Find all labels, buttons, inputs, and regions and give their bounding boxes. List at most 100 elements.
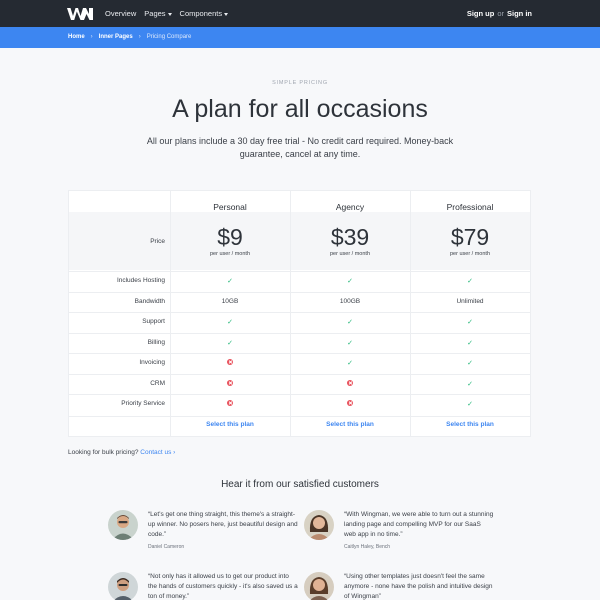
plan-name-personal: Personal: [213, 202, 247, 212]
cross-icon: [227, 379, 233, 386]
top-navbar: Overview Pages Components Sign up or Sign …: [0, 0, 600, 27]
feature-value: 10GB: [221, 297, 239, 305]
feature-cell: ✓: [410, 380, 530, 388]
cross-icon: [227, 359, 233, 366]
wingman-logo[interactable]: [67, 8, 93, 20]
feature-label: Invoicing: [139, 359, 165, 366]
check-icon: ✓: [467, 339, 473, 347]
main-nav: Overview Pages Components: [105, 9, 228, 18]
select-plan-personal-link[interactable]: Select this plan: [170, 421, 290, 428]
bulk-pricing-note: Looking for bulk pricing? Contact us ›: [68, 449, 175, 456]
testimonial-quote: “Let's get one thing straight, this them…: [148, 511, 298, 539]
feature-label: Bandwidth: [134, 297, 165, 305]
price-period-personal: per user / month: [209, 251, 251, 257]
avatar: [304, 572, 334, 600]
breadcrumb-inner-pages[interactable]: Inner Pages: [99, 34, 133, 40]
testimonial-author: Caitlyn Haley, Bench: [344, 544, 391, 550]
feature-cell: ✓: [170, 277, 290, 285]
sign-in-link[interactable]: Sign in: [507, 9, 532, 18]
feature-value: 100GB: [339, 297, 361, 305]
check-icon: ✓: [347, 278, 353, 285]
testimonials-title: Hear it from our satisfied customers: [221, 479, 379, 490]
breadcrumb-current: Pricing Compare: [146, 34, 192, 40]
check-icon: ✓: [467, 278, 473, 285]
feature-cell: [170, 379, 290, 387]
testimonial-quote: “With Wingman, we were able to turn out …: [344, 511, 494, 539]
feature-cell: ✓: [290, 277, 410, 285]
breadcrumb: Home › Inner Pages › Pricing Compare: [68, 34, 191, 40]
or-text: or: [497, 9, 504, 18]
avatar: [304, 510, 334, 540]
check-icon: ✓: [467, 380, 473, 388]
cross-icon: [347, 379, 353, 386]
check-icon: ✓: [347, 319, 353, 326]
nav-pages-dropdown[interactable]: Pages: [144, 9, 171, 18]
testimonial-author: Daniel Cameron: [148, 544, 185, 550]
pricing-table: Personal Agency Professional Price $9 $3…: [68, 190, 531, 437]
select-plan-agency-link[interactable]: Select this plan: [290, 421, 410, 428]
testimonial-quote: “Not only has it allowed us to get our p…: [148, 573, 298, 600]
feature-cell: ✓: [410, 277, 530, 285]
row-divider: [69, 271, 530, 272]
feature-cell: ✓: [410, 318, 530, 326]
check-icon: ✓: [467, 319, 473, 326]
nav-pages-label: Pages: [144, 9, 166, 18]
row-divider: [69, 353, 530, 354]
section-eyebrow: SIMPLE PRICING: [272, 80, 328, 86]
breadcrumb-bar: Home › Inner Pages › Pricing Compare: [0, 27, 600, 48]
feature-cell: ✓: [290, 318, 410, 326]
contact-us-link[interactable]: Contact us ›: [140, 449, 175, 456]
feature-cell: [290, 400, 410, 407]
feature-cell: [290, 379, 410, 387]
plan-name-professional: Professional: [446, 202, 494, 212]
cross-icon: [347, 400, 353, 407]
page-title: A plan for all occasions: [172, 95, 428, 123]
testimonial-quote: “Using other templates just doesn't feel…: [344, 573, 493, 600]
feature-cell: ✓: [170, 339, 290, 347]
check-icon: ✓: [227, 278, 233, 285]
feature-label: CRM: [150, 379, 165, 387]
cross-icon: [227, 400, 233, 407]
price-personal: $9: [217, 224, 243, 250]
feature-label: Priority Service: [121, 400, 165, 407]
feature-cell: [170, 400, 290, 407]
breadcrumb-home[interactable]: Home: [68, 34, 85, 40]
check-icon: ✓: [467, 401, 473, 408]
check-icon: ✓: [347, 339, 353, 347]
chevron-right-icon: ›: [90, 34, 93, 40]
price-professional: $79: [450, 224, 490, 250]
feature-cell: ✓: [170, 318, 290, 326]
row-divider: [69, 291, 530, 293]
feature-label: Includes Hosting: [116, 277, 165, 284]
check-icon: ✓: [467, 360, 473, 367]
feature-cell: ✓: [290, 359, 410, 367]
check-icon: ✓: [347, 360, 353, 367]
row-divider: [69, 373, 530, 375]
bulk-pricing-text: Looking for bulk pricing?: [68, 449, 139, 456]
nav-overview-link[interactable]: Overview: [105, 9, 136, 18]
feature-label: Billing: [147, 338, 165, 346]
feature-cell: ✓: [290, 339, 410, 347]
price-agency: $39: [330, 224, 370, 250]
check-icon: ✓: [227, 319, 233, 326]
row-divider: [69, 312, 530, 313]
chevron-right-icon: ›: [138, 34, 141, 40]
feature-cell: ✓: [410, 339, 530, 347]
check-icon: ✓: [227, 339, 233, 347]
sign-up-link[interactable]: Sign up: [467, 9, 495, 18]
row-divider: [69, 394, 530, 395]
feature-value: Unlimited: [456, 297, 484, 305]
nav-components-dropdown[interactable]: Components: [180, 9, 229, 18]
nav-components-label: Components: [179, 9, 223, 18]
avatar: [108, 572, 138, 600]
price-period-agency: per user / month: [329, 251, 371, 257]
feature-cell: ✓: [410, 359, 530, 367]
row-divider: [69, 416, 530, 417]
plan-name-agency: Agency: [335, 202, 365, 212]
select-plan-professional-link[interactable]: Select this plan: [410, 421, 530, 428]
row-divider: [69, 332, 530, 334]
feature-label: Support: [142, 318, 165, 325]
price-period-professional: per user / month: [449, 251, 491, 257]
price-row-label: Price: [150, 238, 165, 245]
page-lead: All our plans include a 30 day free tria…: [146, 136, 454, 159]
